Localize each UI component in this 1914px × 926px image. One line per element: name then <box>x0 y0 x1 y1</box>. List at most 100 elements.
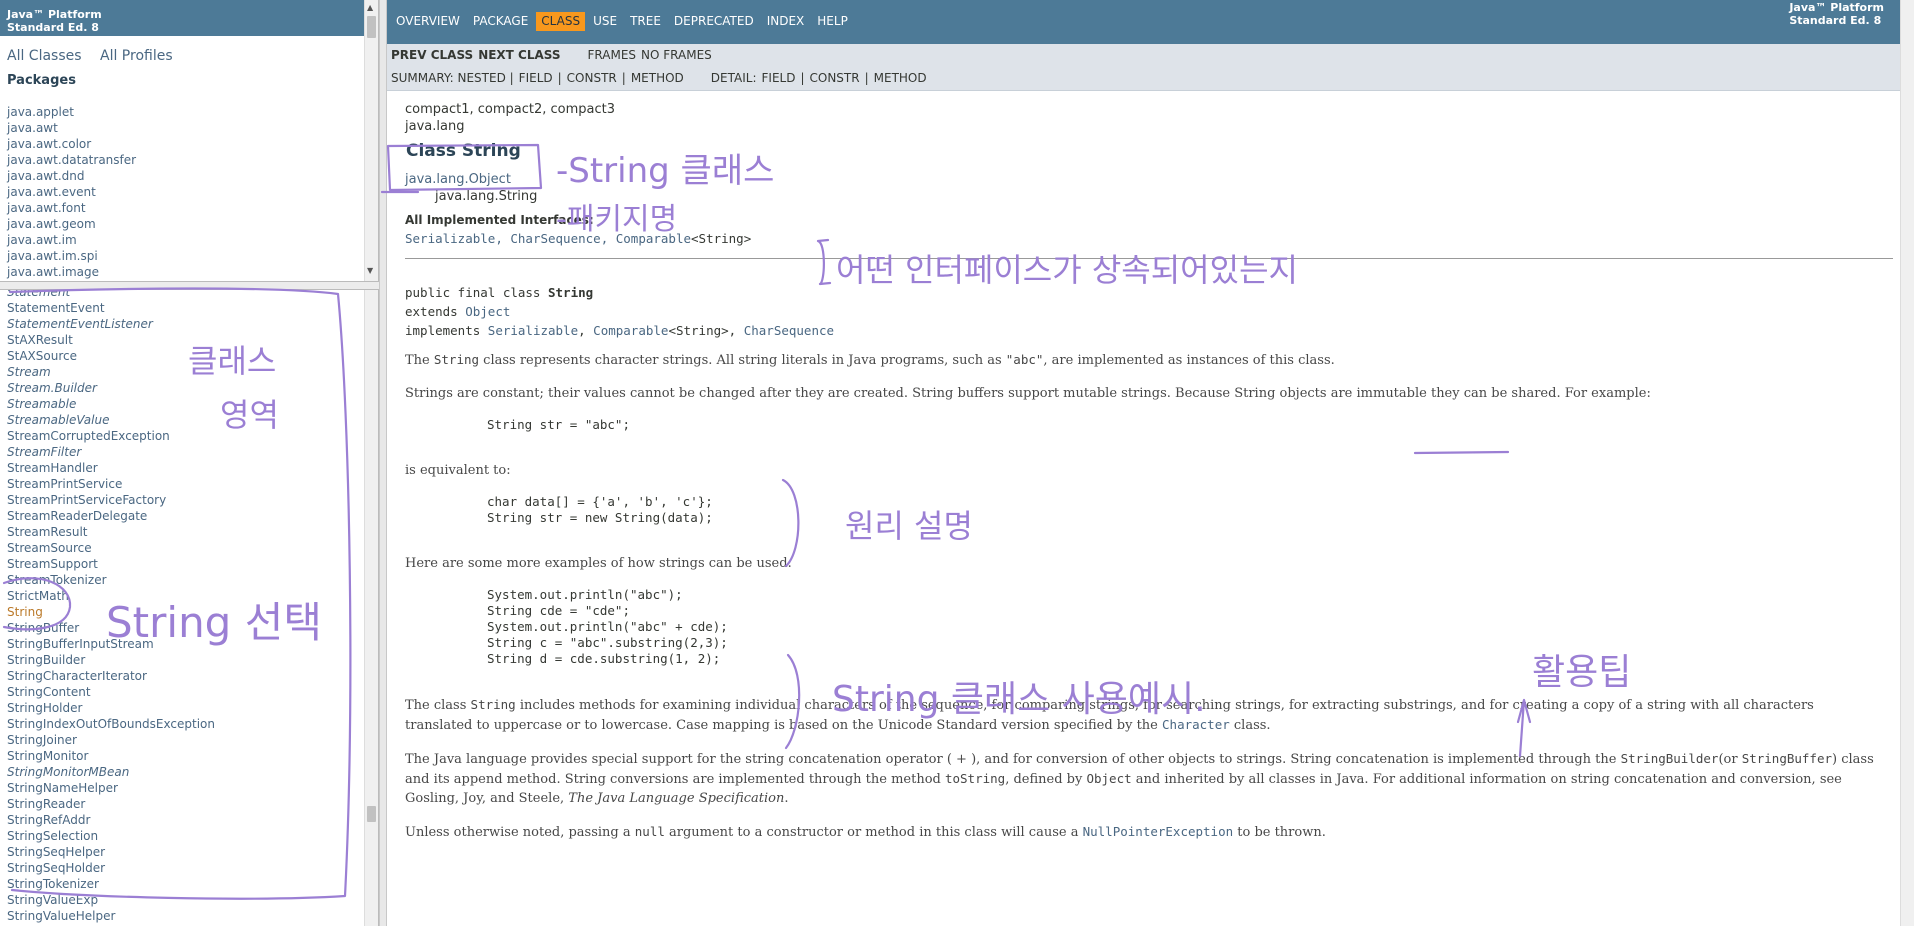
all-classes-link[interactable]: All Classes <box>7 48 82 64</box>
class-link[interactable]: StringContent <box>7 684 378 700</box>
class-link[interactable]: StreamableValue <box>7 412 378 428</box>
inline-code: StringBuffer <box>1741 751 1832 766</box>
class-link[interactable]: StringReader <box>7 796 378 812</box>
package-link[interactable]: java.applet <box>7 104 378 120</box>
nav-tab-help[interactable]: Help <box>812 12 853 31</box>
class-link[interactable]: StringBuilder <box>7 652 378 668</box>
class-link[interactable]: Stream <box>7 364 378 380</box>
declaration-modifiers: public final class <box>405 285 548 300</box>
class-link[interactable]: StreamReaderDelegate <box>7 508 378 524</box>
class-link[interactable]: StreamPrintServiceFactory <box>7 492 378 508</box>
scrollbar-thumb[interactable] <box>367 16 376 38</box>
character-link[interactable]: Character <box>1162 717 1230 732</box>
section-divider <box>405 258 1893 259</box>
serializable-link[interactable]: Serializable <box>405 231 495 246</box>
scrollbar-thumb[interactable] <box>367 806 376 822</box>
nav-tab-index[interactable]: Index <box>762 12 810 31</box>
profiles-text: compact1, compact2, compact3 <box>405 102 616 117</box>
class-link[interactable]: StringSelection <box>7 828 378 844</box>
nullpointerexception-link[interactable]: NullPointerException <box>1083 824 1234 839</box>
tree-parent-link[interactable]: java.lang.Object <box>405 171 1914 188</box>
class-link[interactable]: StatementEventListener <box>7 316 378 332</box>
class-link[interactable]: StringCharacterIterator <box>7 668 378 684</box>
class-link[interactable]: StreamCorruptedException <box>7 428 378 444</box>
package-link[interactable]: java.awt.geom <box>7 216 378 232</box>
class-link[interactable]: StringNameHelper <box>7 780 378 796</box>
package-link[interactable]: java.awt.datatransfer <box>7 152 378 168</box>
comparable-link[interactable]: Comparable <box>616 231 691 246</box>
class-link[interactable]: String <box>7 604 378 620</box>
no-frames-link[interactable]: NO FRAMES <box>641 48 712 63</box>
class-link[interactable]: StringJoiner <box>7 732 378 748</box>
class-link[interactable]: StringValueExp <box>7 892 378 908</box>
nav-tab-deprecated[interactable]: Deprecated <box>669 12 759 31</box>
detail-method-link[interactable]: METHOD <box>874 71 927 86</box>
nav-tab-tree[interactable]: Tree <box>625 12 666 31</box>
top-navigation: Overview Package Class Use Tree Deprecated Ind… <box>387 0 1914 44</box>
package-link[interactable]: java.awt.image <box>7 264 378 280</box>
class-link[interactable]: StringBuffer <box>7 620 378 636</box>
class-link[interactable]: StringHolder <box>7 700 378 716</box>
content-scrollbar[interactable] <box>1900 0 1914 926</box>
next-class-link[interactable]: NEXT CLASS <box>478 48 560 63</box>
class-link[interactable]: StreamResult <box>7 524 378 540</box>
package-link[interactable]: java.awt.dnd <box>7 168 378 184</box>
scroll-down-icon[interactable]: ▼ <box>367 266 373 276</box>
comparable-link[interactable]: Comparable <box>593 323 668 338</box>
serializable-link[interactable]: Serializable <box>488 323 578 338</box>
class-link[interactable]: StringRefAddr <box>7 812 378 828</box>
class-link[interactable]: StatementEvent <box>7 300 378 316</box>
text-run: argument to a constructor or method in t… <box>664 825 1083 840</box>
frame-divider[interactable] <box>0 281 379 290</box>
frames-link[interactable]: FRAMES <box>588 48 637 63</box>
text-run: , are implemented as instances of this c… <box>1043 353 1335 368</box>
class-link[interactable]: Stream.Builder <box>7 380 378 396</box>
package-link[interactable]: java.awt.color <box>7 136 378 152</box>
summary-method-link[interactable]: METHOD <box>631 71 684 86</box>
object-link[interactable]: Object <box>465 304 510 319</box>
summary-field-link[interactable]: FIELD <box>519 71 553 86</box>
class-link[interactable]: StringSeqHolder <box>7 860 378 876</box>
class-link[interactable]: StringIndexOutOfBoundsException <box>7 716 378 732</box>
class-link[interactable]: StrictMath <box>7 588 378 604</box>
class-link[interactable]: StreamPrintService <box>7 476 378 492</box>
profile-links: All Classes All Profiles <box>0 36 378 64</box>
summary-label: SUMMARY: NESTED | <box>391 71 514 85</box>
class-link[interactable]: StringValueHelper <box>7 908 378 924</box>
class-link[interactable]: StreamTokenizer <box>7 572 378 588</box>
class-link[interactable]: StringMonitor <box>7 748 378 764</box>
package-link[interactable]: java.awt.im <box>7 232 378 248</box>
classes-scrollbar[interactable] <box>364 290 378 926</box>
package-link[interactable]: java.awt <box>7 120 378 136</box>
class-link[interactable]: StAXSource <box>7 348 378 364</box>
nav-tab-use[interactable]: Use <box>588 12 622 31</box>
class-link[interactable]: StreamHandler <box>7 460 378 476</box>
nav-tab-class[interactable]: Class <box>536 12 586 31</box>
package-link[interactable]: java.awt.font <box>7 200 378 216</box>
class-link[interactable]: StringTokenizer <box>7 876 378 892</box>
all-profiles-link[interactable]: All Profiles <box>100 48 173 64</box>
frame-separator[interactable] <box>379 0 387 926</box>
class-link[interactable]: StAXResult <box>7 332 378 348</box>
scroll-up-icon[interactable]: ▲ <box>367 3 373 13</box>
package-link[interactable]: java.awt.event <box>7 184 378 200</box>
summary-constr-link[interactable]: CONSTR <box>567 71 617 86</box>
charsequence-link[interactable]: CharSequence <box>510 231 600 246</box>
detail-constr-link[interactable]: CONSTR <box>810 71 860 86</box>
class-link[interactable]: StreamFilter <box>7 444 378 460</box>
charsequence-link[interactable]: CharSequence <box>744 323 834 338</box>
class-link[interactable]: StreamSource <box>7 540 378 556</box>
nav-tab-package[interactable]: Package <box>468 12 533 31</box>
detail-field-link[interactable]: FIELD <box>762 71 796 86</box>
class-link[interactable]: StringSeqHelper <box>7 844 378 860</box>
class-link[interactable]: StreamSupport <box>7 556 378 572</box>
prev-class-link[interactable]: PREV CLASS <box>391 48 473 63</box>
nav-tab-overview[interactable]: Overview <box>391 12 465 31</box>
text-run: class. <box>1229 718 1271 733</box>
package-link[interactable]: java.awt.im.spi <box>7 248 378 264</box>
class-link[interactable]: StringBufferInputStream <box>7 636 378 652</box>
class-link[interactable]: Streamable <box>7 396 378 412</box>
class-link[interactable]: StringMonitorMBean <box>7 764 378 780</box>
class-link[interactable]: Statement <box>7 290 378 300</box>
packages-scrollbar[interactable]: ▲ ▼ <box>364 0 378 281</box>
